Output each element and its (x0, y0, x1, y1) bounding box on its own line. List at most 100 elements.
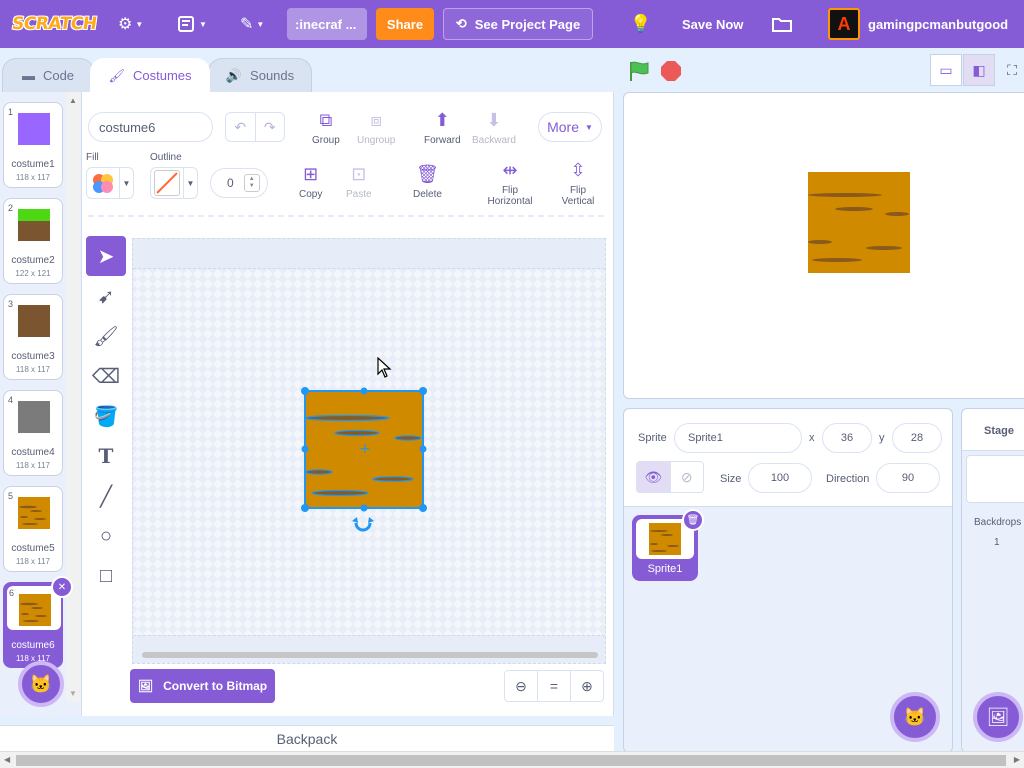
zoom-reset-icon: = (549, 678, 559, 694)
costume-tile[interactable]: 1 costume1 118 x 117 (3, 102, 63, 188)
green-flag-button[interactable] (628, 60, 650, 88)
scroll-down-icon[interactable]: ▼ (69, 689, 77, 698)
brush-tool[interactable]: 🖌 (86, 316, 126, 356)
delete-label: Delete (413, 189, 442, 200)
zoom-in-button[interactable]: ⊕ (571, 671, 603, 701)
outline-color-picker[interactable]: ▼ (150, 167, 198, 199)
svg-text:+: + (359, 441, 371, 457)
forward-button[interactable]: ⬆ Forward (424, 110, 461, 146)
scratch-logo[interactable]: SCRATCH (11, 0, 98, 48)
reshape-tool[interactable]: ➹ (86, 276, 126, 316)
costume-tile-selected[interactable]: 6 costume6 118 x 117 ✕ (3, 576, 73, 668)
outline-width-stepper[interactable]: ▲ ▼ (243, 174, 260, 192)
paste-icon: ⊡ (351, 164, 367, 184)
see-project-page-button[interactable]: ⟲ See Project Page (443, 8, 593, 40)
outline-width-input[interactable]: 0 ▲ ▼ (210, 168, 268, 198)
eraser-tool[interactable]: ⌫ (86, 356, 126, 396)
stage-sprite[interactable] (808, 172, 910, 273)
tab-sounds[interactable]: 🔊 Sounds (208, 58, 312, 92)
costume-artwork[interactable]: + (299, 385, 429, 535)
scroll-left-icon[interactable]: ◀ (4, 755, 10, 764)
menu-bar: SCRATCH ⚙ ▼ ▼ ✎ ▼ :inecraf ... Share ⟲ See… (0, 0, 1024, 48)
undo-button[interactable]: ↶ (226, 113, 256, 141)
small-stage-button[interactable]: ▭ (930, 54, 962, 86)
flip-horizontal-button[interactable]: ⇹ Flip Horizontal (484, 160, 536, 207)
eraser-icon: ⌫ (91, 365, 121, 388)
costume-tile[interactable]: 5 costume5 118 x 117 (3, 486, 63, 572)
normal-stage-button[interactable]: ◧ (963, 54, 995, 86)
zoom-reset-button[interactable]: = (538, 671, 571, 701)
stop-button[interactable] (661, 61, 681, 81)
zoom-in-icon: ⊕ (581, 677, 593, 694)
costume-size: 118 x 117 (16, 173, 50, 182)
edit-menu[interactable]: ✎ ▼ (240, 0, 264, 48)
scroll-thumb[interactable] (16, 755, 1006, 766)
x-input[interactable]: 36 (822, 423, 872, 453)
costume-name: costume2 (11, 255, 55, 266)
sprite-name-input[interactable]: Sprite1 (674, 423, 802, 453)
hide-button[interactable]: ⊘ (671, 462, 704, 492)
more-button[interactable]: More ▼ (538, 112, 602, 142)
ungroup-button[interactable]: ⧈ Ungroup (357, 110, 395, 146)
delete-sprite-button[interactable]: 🗑 (682, 509, 704, 531)
fill-tool[interactable]: 🪣 (86, 396, 126, 436)
sprite-tile-selected[interactable]: Sprite1 🗑 (632, 509, 704, 581)
y-input[interactable]: 28 (892, 423, 942, 453)
stage-canvas[interactable] (623, 92, 1024, 399)
scroll-right-icon[interactable]: ▶ (1014, 755, 1020, 764)
y-label: y (879, 432, 885, 444)
scroll-up-icon[interactable]: ▲ (69, 96, 77, 105)
code-icon: ▬ (21, 68, 35, 83)
choose-backdrop-button[interactable]: 🖼 (973, 692, 1023, 742)
file-menu[interactable]: ▼ (178, 0, 207, 48)
show-button[interactable]: 👁 (637, 462, 671, 492)
costume-tile[interactable]: 4 costume4 118 x 117 (3, 390, 63, 476)
fullscreen-icon: ⛶ (1007, 61, 1017, 78)
costume-number: 5 (8, 491, 14, 501)
costume-list-scrollbar[interactable]: ▲ ▼ (66, 92, 80, 702)
settings-menu[interactable]: ⚙ ▼ (118, 0, 143, 48)
flip-vertical-button[interactable]: ⇳ Flip Vertical (554, 160, 602, 207)
zoom-out-button[interactable]: ⊖ (505, 671, 538, 701)
copy-button[interactable]: ⊞ Copy (299, 164, 322, 200)
fullscreen-button[interactable]: ⛶ (996, 54, 1024, 86)
brush-icon: 🖌 (108, 67, 125, 83)
paste-button[interactable]: ⊡ Paste (346, 164, 372, 200)
backpack-bar[interactable]: Backpack (0, 725, 614, 751)
paint-canvas[interactable]: + (132, 238, 606, 664)
redo-button[interactable]: ↷ (256, 113, 285, 141)
fill-color-picker[interactable]: ▼ (86, 167, 134, 199)
sprite-properties: Sprite Sprite1 x 36 y 28 👁 ⊘ Size 100 Di… (624, 409, 952, 507)
costume-name: costume4 (11, 447, 55, 458)
delete-costume-button[interactable]: ✕ (51, 576, 73, 598)
choose-sprite-button[interactable]: 🐱 (890, 692, 940, 742)
costume-tile[interactable]: 3 costume3 118 x 117 (3, 294, 63, 380)
page-horizontal-scrollbar[interactable]: ◀ ▶ (0, 751, 1024, 768)
tab-costumes[interactable]: 🖌 Costumes (90, 58, 210, 92)
size-input[interactable]: 100 (748, 463, 812, 493)
project-title-input[interactable]: :inecraf ... (287, 8, 367, 40)
convert-to-bitmap-button[interactable]: 🖼 Convert to Bitmap (130, 669, 275, 703)
group-button[interactable]: ⧉ Group (312, 110, 340, 146)
line-tool[interactable]: ╱ (86, 476, 126, 516)
redo-icon: ↷ (263, 118, 276, 135)
save-now-button[interactable]: Save Now (682, 0, 743, 48)
circle-tool[interactable]: ○ (86, 516, 126, 556)
costume-tile[interactable]: 2 costume2 122 x 121 (3, 198, 63, 284)
lightbulb-icon[interactable]: 💡 (630, 0, 651, 48)
account-menu[interactable]: A gamingpcmanbutgood (828, 0, 1008, 48)
tab-code[interactable]: ▬ Code (2, 58, 94, 92)
delete-button[interactable]: 🗑 Delete (413, 164, 442, 200)
choose-costume-button[interactable]: 🐱 (18, 661, 64, 707)
my-stuff-button[interactable] (772, 0, 792, 48)
forward-label: Forward (424, 135, 461, 146)
text-tool[interactable]: T (86, 436, 126, 476)
backward-button[interactable]: ⬇ Backward (472, 110, 516, 146)
direction-input[interactable]: 90 (876, 463, 940, 493)
share-button[interactable]: Share (376, 8, 434, 40)
costume-name-input[interactable]: costume6 (88, 112, 213, 142)
rectangle-tool[interactable]: □ (86, 556, 126, 596)
select-tool[interactable]: ➤ (86, 236, 126, 276)
trash-icon: 🗑 (686, 514, 700, 526)
canvas-horizontal-scrollbar[interactable] (142, 652, 598, 658)
